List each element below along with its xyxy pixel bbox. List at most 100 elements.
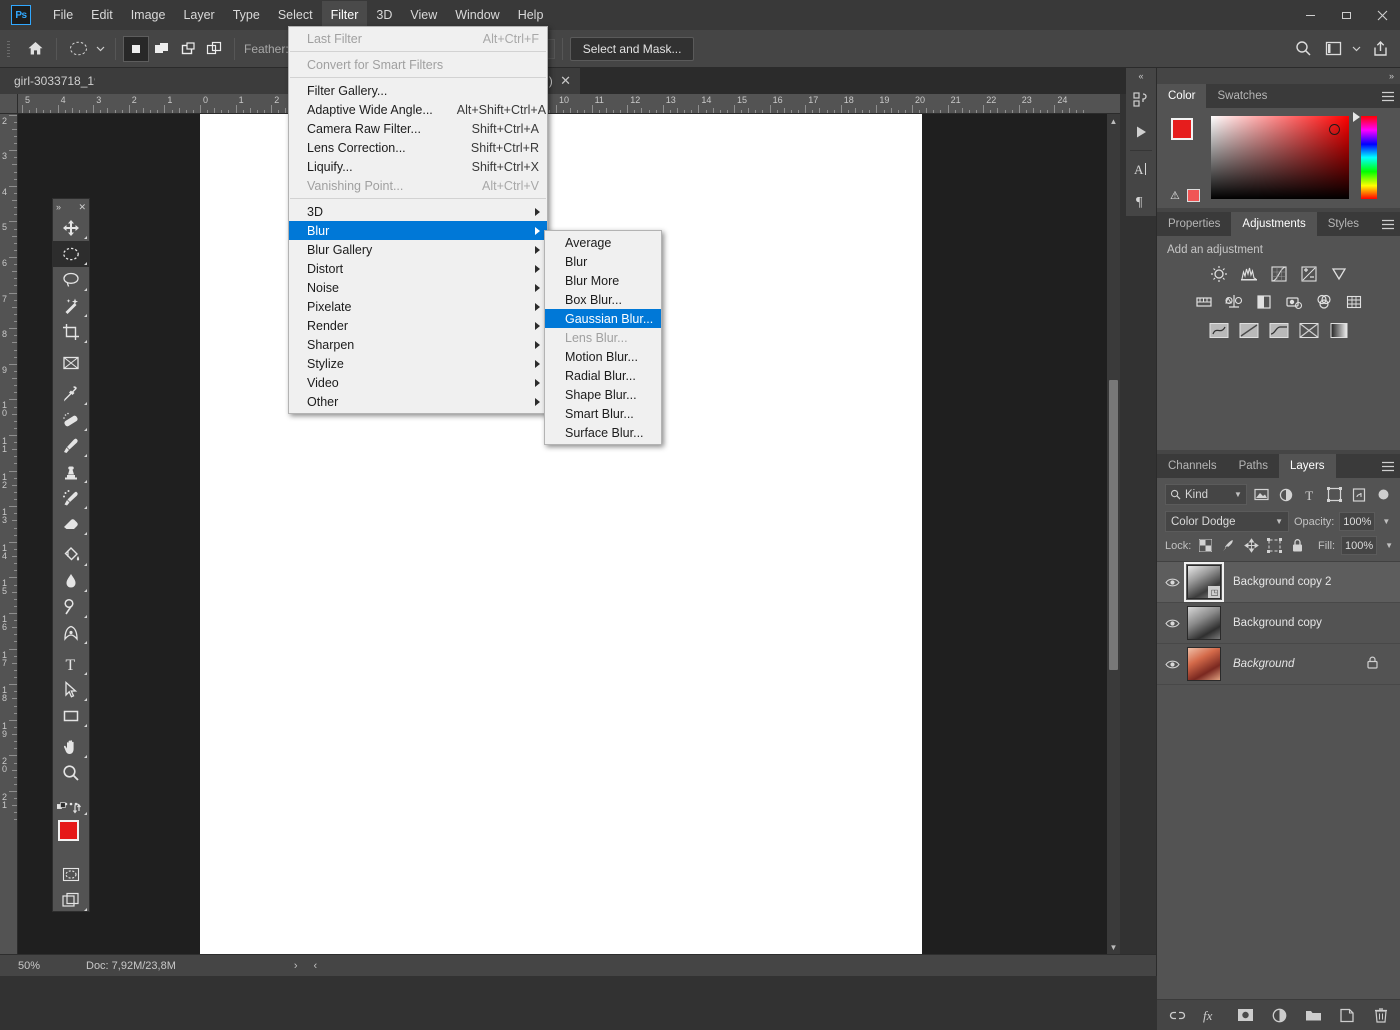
chevron-down-icon[interactable]: ▼ (1234, 490, 1242, 499)
layer-thumbnail[interactable] (1187, 647, 1221, 681)
scroll-down-arrow-icon[interactable]: ▼ (1107, 940, 1120, 954)
move-tool[interactable] (53, 215, 89, 241)
tool-flyout-triangle[interactable] (84, 615, 87, 618)
tab-channels[interactable]: Channels (1157, 454, 1228, 478)
zoom-tool[interactable] (53, 760, 89, 786)
intersect-selection-button[interactable] (201, 36, 227, 62)
gradient-map-icon[interactable] (1329, 320, 1349, 340)
filter-menu-item-convert-for-smart-filters[interactable]: Convert for Smart Filters (289, 55, 547, 74)
foreground-color-swatch[interactable] (58, 820, 79, 841)
zoom-level[interactable]: 50% (0, 960, 74, 972)
hue-strip[interactable] (1361, 116, 1377, 199)
fill-value[interactable]: 100% (1341, 536, 1377, 555)
color-lookup-icon[interactable] (1344, 292, 1364, 312)
blend-mode-select[interactable]: Color Dodge ▼ (1165, 511, 1289, 532)
active-tool-icon[interactable] (64, 35, 92, 63)
blur-menu-item-blur[interactable]: Blur (545, 252, 661, 271)
tool-flyout-triangle[interactable] (84, 262, 87, 265)
tool-flyout-triangle[interactable] (84, 755, 87, 758)
eyedropper-tool[interactable] (53, 381, 89, 407)
blur-tool[interactable] (53, 568, 89, 594)
filter-menu-item-video[interactable]: Video (289, 373, 547, 392)
filter-menu-item-camera-raw-filter[interactable]: Camera Raw Filter...Shift+Ctrl+A (289, 119, 547, 138)
home-icon[interactable] (21, 35, 49, 63)
tab-layers[interactable]: Layers (1279, 454, 1336, 478)
tab-swatches[interactable]: Swatches (1206, 84, 1278, 108)
filter-menu-item-pixelate[interactable]: Pixelate (289, 297, 547, 316)
tab-properties[interactable]: Properties (1157, 212, 1231, 236)
layer-row[interactable]: ◳Background copy 2 (1157, 562, 1400, 603)
subtract-from-selection-button[interactable] (175, 36, 201, 62)
screen-mode-icon[interactable] (53, 887, 89, 913)
menu-type[interactable]: Type (224, 1, 269, 30)
gamut-warning-icon[interactable]: ⚠ (1170, 189, 1180, 202)
character-panel-icon[interactable]: A (1126, 153, 1156, 185)
workspace-icon[interactable] (1319, 35, 1347, 63)
expand-toolbar-icon[interactable]: » (56, 202, 61, 212)
frame-tool[interactable] (53, 350, 89, 376)
tool-flyout-triangle[interactable] (84, 672, 87, 675)
exposure-icon[interactable] (1299, 264, 1319, 284)
blur-menu-item-shape-blur[interactable]: Shape Blur... (545, 385, 661, 404)
color-picker-ring[interactable] (1329, 124, 1340, 135)
filter-menu-item-distort[interactable]: Distort (289, 259, 547, 278)
horizontal-ruler[interactable]: 5432101234567891011121314151617181920212… (18, 94, 1120, 114)
layers-panel-menu-icon[interactable] (1376, 454, 1400, 478)
layer-thumbnail[interactable]: ◳ (1187, 565, 1221, 599)
threshold-icon[interactable] (1269, 320, 1289, 340)
vertical-scroll-thumb[interactable] (1109, 380, 1118, 670)
menu-layer[interactable]: Layer (174, 1, 223, 30)
filter-smart-object-icon[interactable] (1349, 484, 1368, 505)
tab-styles[interactable]: Styles (1317, 212, 1370, 236)
close-button[interactable] (1364, 0, 1400, 30)
tool-flyout-triangle[interactable] (84, 454, 87, 457)
posterize-icon[interactable] (1239, 320, 1259, 340)
path-selection-tool[interactable] (53, 677, 89, 703)
blur-menu-item-smart-blur[interactable]: Smart Blur... (545, 404, 661, 423)
elliptical-marquee-tool[interactable] (53, 241, 89, 267)
menu-file[interactable]: File (44, 1, 82, 30)
filter-adjustment-icon[interactable] (1276, 484, 1295, 505)
document-tab-close-icon[interactable]: ✕ (558, 73, 573, 89)
lock-all-icon[interactable] (1289, 537, 1306, 554)
lock-transparent-icon[interactable] (1197, 537, 1214, 554)
scroll-up-arrow-icon[interactable]: ▲ (1107, 114, 1120, 128)
vibrance-icon[interactable] (1329, 264, 1349, 284)
invert-icon[interactable] (1209, 320, 1229, 340)
select-and-mask-button[interactable]: Select and Mask... (570, 37, 695, 61)
paragraph-panel-icon[interactable]: ¶ (1126, 185, 1156, 217)
blur-menu-item-blur-more[interactable]: Blur More (545, 271, 661, 290)
color-panel-menu-icon[interactable] (1376, 84, 1400, 108)
layer-filter-kind-select[interactable]: Kind ▼ (1165, 484, 1247, 505)
channel-mixer-icon[interactable] (1314, 292, 1334, 312)
workspace-chevron-down-icon[interactable] (1349, 35, 1364, 63)
filter-menu-item-adaptive-wide-angle[interactable]: Adaptive Wide Angle...Alt+Shift+Ctrl+A (289, 100, 547, 119)
tool-flyout-triangle[interactable] (84, 724, 87, 727)
status-next-arrow-icon[interactable]: › (286, 960, 306, 972)
selective-color-icon[interactable] (1299, 320, 1319, 340)
out-of-gamut-swatch[interactable] (1187, 189, 1200, 202)
delete-layer-icon[interactable] (1372, 1006, 1390, 1024)
brush-tool[interactable] (53, 433, 89, 459)
new-selection-button[interactable] (123, 36, 149, 62)
close-toolbar-icon[interactable]: ✕ (78, 202, 86, 213)
blur-menu-item-radial-blur[interactable]: Radial Blur... (545, 366, 661, 385)
status-prev-arrow-icon[interactable]: ‹ (306, 960, 326, 972)
blur-menu-item-surface-blur[interactable]: Surface Blur... (545, 423, 661, 442)
blur-menu-item-box-blur[interactable]: Box Blur... (545, 290, 661, 309)
add-to-selection-button[interactable] (149, 36, 175, 62)
filter-pixel-icon[interactable] (1252, 484, 1271, 505)
dodge-tool[interactable] (53, 594, 89, 620)
tool-preset-chevron-down-icon[interactable] (92, 35, 108, 63)
tool-flyout-triangle[interactable] (84, 428, 87, 431)
tool-flyout-triangle[interactable] (84, 236, 87, 239)
fill-chevron-down-icon[interactable]: ▼ (1383, 541, 1393, 550)
foreground-color-swatch[interactable] (1171, 118, 1193, 140)
pen-tool[interactable] (53, 620, 89, 646)
filter-menu-item-noise[interactable]: Noise (289, 278, 547, 297)
filter-menu-item-blur-gallery[interactable]: Blur Gallery (289, 240, 547, 259)
lock-position-icon[interactable] (1243, 537, 1260, 554)
filter-menu-item-blur[interactable]: Blur (289, 221, 547, 240)
blur-menu-item-average[interactable]: Average (545, 233, 661, 252)
tool-flyout-triangle[interactable] (84, 698, 87, 701)
